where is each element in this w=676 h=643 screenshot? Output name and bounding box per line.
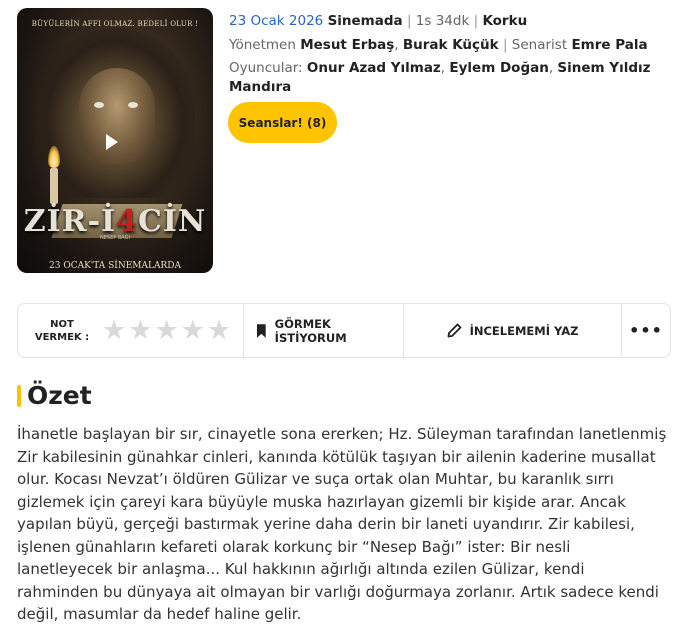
summary-header: Özet [17, 381, 92, 410]
candle [50, 168, 58, 204]
review-label: İNCELEMEMİ YAZ [469, 323, 579, 338]
pencil-icon [447, 323, 461, 338]
writer-label: Senarist [511, 37, 568, 53]
cast-link[interactable]: Eylem Doğan [449, 60, 548, 76]
sessions-button[interactable]: Seanslar! (8) [228, 102, 337, 143]
star-icon[interactable]: ★ [181, 317, 205, 344]
rating-section: NOT VERMEK : ★ ★ ★ ★ ★ [18, 304, 244, 357]
release-date: 23 Ocak 2026 [229, 13, 324, 29]
summary-text: İhanetle başlayan bir sır, cinayetle son… [17, 425, 667, 623]
cast-label: Oyuncular: [229, 60, 303, 76]
star-rating[interactable]: ★ ★ ★ ★ ★ [102, 317, 231, 344]
poster-title-part3: CİN [137, 204, 207, 239]
director-link[interactable]: Mesut Erbaş [300, 37, 394, 53]
star-icon[interactable]: ★ [102, 317, 126, 344]
poster-title: ZİR-İ4CİN [17, 204, 213, 239]
star-icon[interactable]: ★ [128, 317, 152, 344]
poster-release: 23 OCAK'TA SİNEMALARDA [49, 261, 181, 271]
director-label: Yönetmen [229, 37, 296, 53]
genre-link[interactable]: Korku [482, 13, 527, 29]
poster-tagline: BÜYÜLERİN AFFI OLMAZ. BEDELİ OLUR ! [31, 20, 199, 28]
poster-title-part2: 4 [116, 204, 138, 239]
more-options-button[interactable]: ••• [622, 304, 670, 357]
movie-poster[interactable]: BÜYÜLERİN AFFI OLMAZ. BEDELİ OLUR ! ZİR-… [17, 8, 213, 273]
info-cast-row: Oyuncular: Onur Azad Yılmaz, Eylem Doğan… [229, 60, 651, 95]
info-meta-row: 23 Ocak 2026 Sinemada | 1s 34dk | Korku [229, 13, 528, 29]
heading-accent [17, 384, 21, 407]
info-crew-row: Yönetmen Mesut Erbaş, Burak Küçük | Sena… [229, 37, 648, 53]
more-icon: ••• [629, 321, 663, 340]
action-bar: NOT VERMEK : ★ ★ ★ ★ ★ GÖRMEK İSTİYORUM … [17, 303, 671, 358]
cast-link[interactable]: Onur Azad Yılmaz [307, 60, 441, 76]
poster-subtitle: NESEP BAĞI [100, 235, 130, 241]
star-icon[interactable]: ★ [207, 317, 231, 344]
play-icon[interactable] [106, 134, 118, 150]
star-icon[interactable]: ★ [154, 317, 178, 344]
poster-eye-right [128, 102, 138, 108]
poster-title-part1: ZİR-İ [23, 204, 117, 239]
watchlist-button[interactable]: GÖRMEK İSTİYORUM [244, 304, 404, 357]
poster-eye-left [94, 102, 104, 108]
release-status: Sinemada [327, 13, 403, 29]
writer-link[interactable]: Emre Pala [571, 37, 647, 53]
movie-info: 23 Ocak 2026 Sinemada | 1s 34dk | Korku … [229, 11, 669, 97]
watchlist-label: GÖRMEK İSTİYORUM [274, 316, 347, 345]
rate-label: NOT VERMEK : [34, 318, 90, 343]
bookmark-icon [256, 323, 266, 338]
summary-heading: Özet [27, 381, 92, 410]
duration: 1s 34dk [415, 13, 470, 29]
director-link[interactable]: Burak Küçük [403, 37, 499, 53]
write-review-button[interactable]: İNCELEMEMİ YAZ [404, 304, 622, 357]
